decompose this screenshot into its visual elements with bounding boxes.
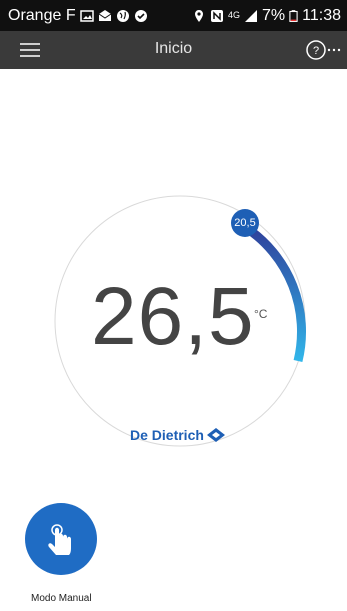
network-type: 4G [228, 10, 241, 20]
help-icon: ? [306, 40, 341, 60]
status-bar: Orange F 4G 7% 11:38 [0, 0, 347, 31]
page-title: Inicio [154, 40, 193, 57]
brand-logo: De Dietrich [130, 427, 226, 443]
location-icon [195, 9, 203, 22]
nfc-icon [211, 9, 223, 22]
thermostat-dial[interactable]: 20,5 26,5 °C De Dietrich [45, 186, 315, 456]
carrier-label: Orange F [8, 7, 76, 24]
help-glyph: ? [313, 45, 319, 57]
signal-icon [245, 9, 258, 22]
current-temperature: 26,5 [91, 271, 255, 362]
mail-icon [98, 9, 111, 21]
gallery-icon [79, 9, 94, 22]
app-bar: Inicio ? [0, 31, 347, 69]
hand-tap-icon [48, 524, 71, 555]
brand-diamond-icon [206, 428, 225, 442]
brand-name: De Dietrich [130, 427, 204, 443]
globe-icon [116, 9, 129, 22]
sync-icon [134, 9, 147, 22]
temperature-unit: °C [254, 307, 268, 321]
battery-icon [289, 9, 298, 22]
help-button[interactable]: ? [305, 39, 341, 61]
setpoint-handle[interactable]: 20,5 [231, 209, 259, 237]
clock: 11:38 [302, 7, 341, 24]
battery-percent: 7% [262, 7, 286, 24]
manual-mode-button[interactable] [25, 503, 97, 575]
status-right: 4G 7% 11:38 [192, 6, 341, 25]
status-left: Orange F [8, 6, 148, 25]
manual-mode-label: Modo Manual [31, 593, 92, 604]
